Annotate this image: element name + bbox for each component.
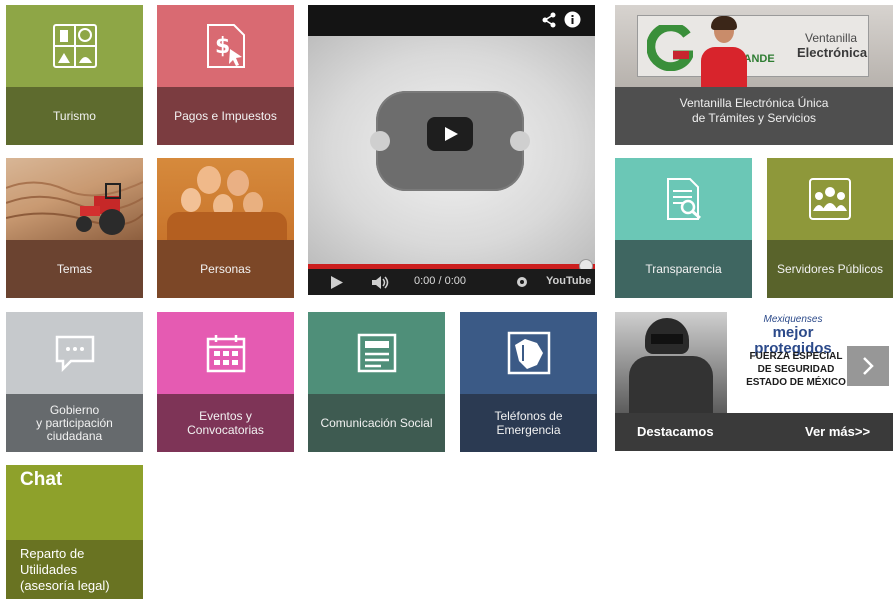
newspaper-icon (356, 332, 398, 374)
chat-title: Chat (20, 469, 63, 490)
caption-line: Ventanilla Electrónica Única (679, 96, 829, 110)
chat-caption: Reparto de Utilidades (asesoría legal) (6, 540, 143, 599)
label-line: Eventos y (199, 409, 252, 423)
caption-line: de Trámites y Servicios (691, 111, 817, 125)
label-line: y participación (36, 415, 113, 430)
people-group-icon (808, 177, 852, 221)
document-search-icon (664, 177, 704, 221)
tile-gobierno[interactable]: Gobierno y participación ciudadana (6, 312, 143, 452)
tile-turismo[interactable]: Turismo (6, 5, 143, 145)
ventanilla-banner[interactable]: GRANDE Ventanilla Electrónica Ventanilla… (615, 5, 893, 145)
video-player[interactable]: 0:00 / 0:00 YouTube (308, 5, 595, 295)
video-top-bar (308, 5, 595, 36)
share-icon[interactable] (541, 12, 557, 33)
ver-mas-link[interactable]: Ver más>> (805, 424, 870, 439)
tile-label: Turismo (6, 87, 143, 145)
tile-label: Temas (6, 240, 143, 298)
tile-label: Pagos e Impuestos (157, 87, 294, 145)
chat-top: Chat (6, 465, 143, 540)
ventanilla-caption: Ventanilla Electrónica Única de Trámites… (615, 87, 893, 145)
tile-telefonos[interactable]: Teléfonos de Emergencia (460, 312, 597, 452)
next-arrow-button[interactable] (847, 346, 889, 386)
fuerza-line: FUERZA ESPECIAL (749, 351, 843, 362)
label-line: Convocatorias (187, 423, 264, 437)
caption-line: (asesoría legal) (20, 578, 110, 593)
label-line: Teléfonos de (494, 409, 563, 423)
destacamos-label: Destacamos (637, 424, 714, 439)
calendar-icon (206, 333, 246, 373)
map-icon (52, 23, 98, 69)
bill-icon: $ (204, 23, 248, 69)
video-controls: 0:00 / 0:00 YouTube (308, 269, 595, 295)
ventanilla-image: GRANDE Ventanilla Electrónica (615, 5, 893, 87)
destacamos-carousel[interactable]: Mexiquenses mejor protegidos FUERZA ESPE… (615, 312, 893, 451)
big-play-icon[interactable] (427, 117, 473, 151)
tile-personas[interactable]: Personas (157, 158, 294, 298)
info-icon[interactable] (564, 11, 581, 33)
label-line: Emergencia (496, 423, 561, 437)
tile-label: Gobierno y participación ciudadana (6, 394, 143, 452)
person-photo (701, 13, 747, 87)
tile-label: Personas (157, 240, 294, 298)
emergency-map-icon (507, 331, 551, 375)
ventanilla-logo-icon (646, 22, 697, 76)
tile-transparencia[interactable]: Transparencia (615, 158, 752, 298)
tile-temas[interactable]: Temas (6, 158, 143, 298)
caption-line: Reparto de (20, 546, 85, 561)
tile-label: Teléfonos de Emergencia (460, 394, 597, 452)
ventanilla-title-l1: Ventanilla (805, 31, 858, 45)
play-icon[interactable] (331, 276, 343, 292)
tile-label: Comunicación Social (308, 394, 445, 452)
settings-icon[interactable] (516, 276, 528, 291)
tile-pagos[interactable]: $ Pagos e Impuestos (157, 5, 294, 145)
tile-label: Transparencia (615, 240, 752, 298)
soldier-photo (615, 312, 727, 416)
family-photo (157, 158, 294, 240)
destacamos-bar: Destacamos Ver más>> (615, 413, 893, 451)
caption-line: Utilidades (20, 562, 78, 577)
label-line: Gobierno (49, 402, 100, 417)
tile-chat[interactable]: Chat Reparto de Utilidades (asesoría leg… (6, 465, 143, 599)
tile-servidores[interactable]: Servidores Públicos (767, 158, 893, 298)
tile-label: Servidores Públicos (767, 240, 893, 298)
tile-eventos[interactable]: Eventos y Convocatorias (157, 312, 294, 452)
volume-icon[interactable] (372, 276, 390, 292)
youtube-brand[interactable]: YouTube (546, 275, 591, 287)
svg-text:$: $ (215, 34, 230, 59)
video-area[interactable] (308, 36, 595, 264)
chevron-right-icon (863, 357, 874, 375)
tractor-photo (6, 158, 143, 240)
fuerza-line: DE SEGURIDAD (757, 364, 835, 375)
tile-comunicacion[interactable]: Comunicación Social (308, 312, 445, 452)
chat-bubble-icon (53, 333, 97, 373)
ventanilla-title-l2: Electrónica (797, 45, 868, 60)
tile-label: Eventos y Convocatorias (157, 394, 294, 452)
label-line: ciudadana (46, 428, 103, 443)
fuerza-line: ESTADO DE MÉXICO (746, 377, 846, 388)
video-time: 0:00 / 0:00 (414, 275, 466, 287)
